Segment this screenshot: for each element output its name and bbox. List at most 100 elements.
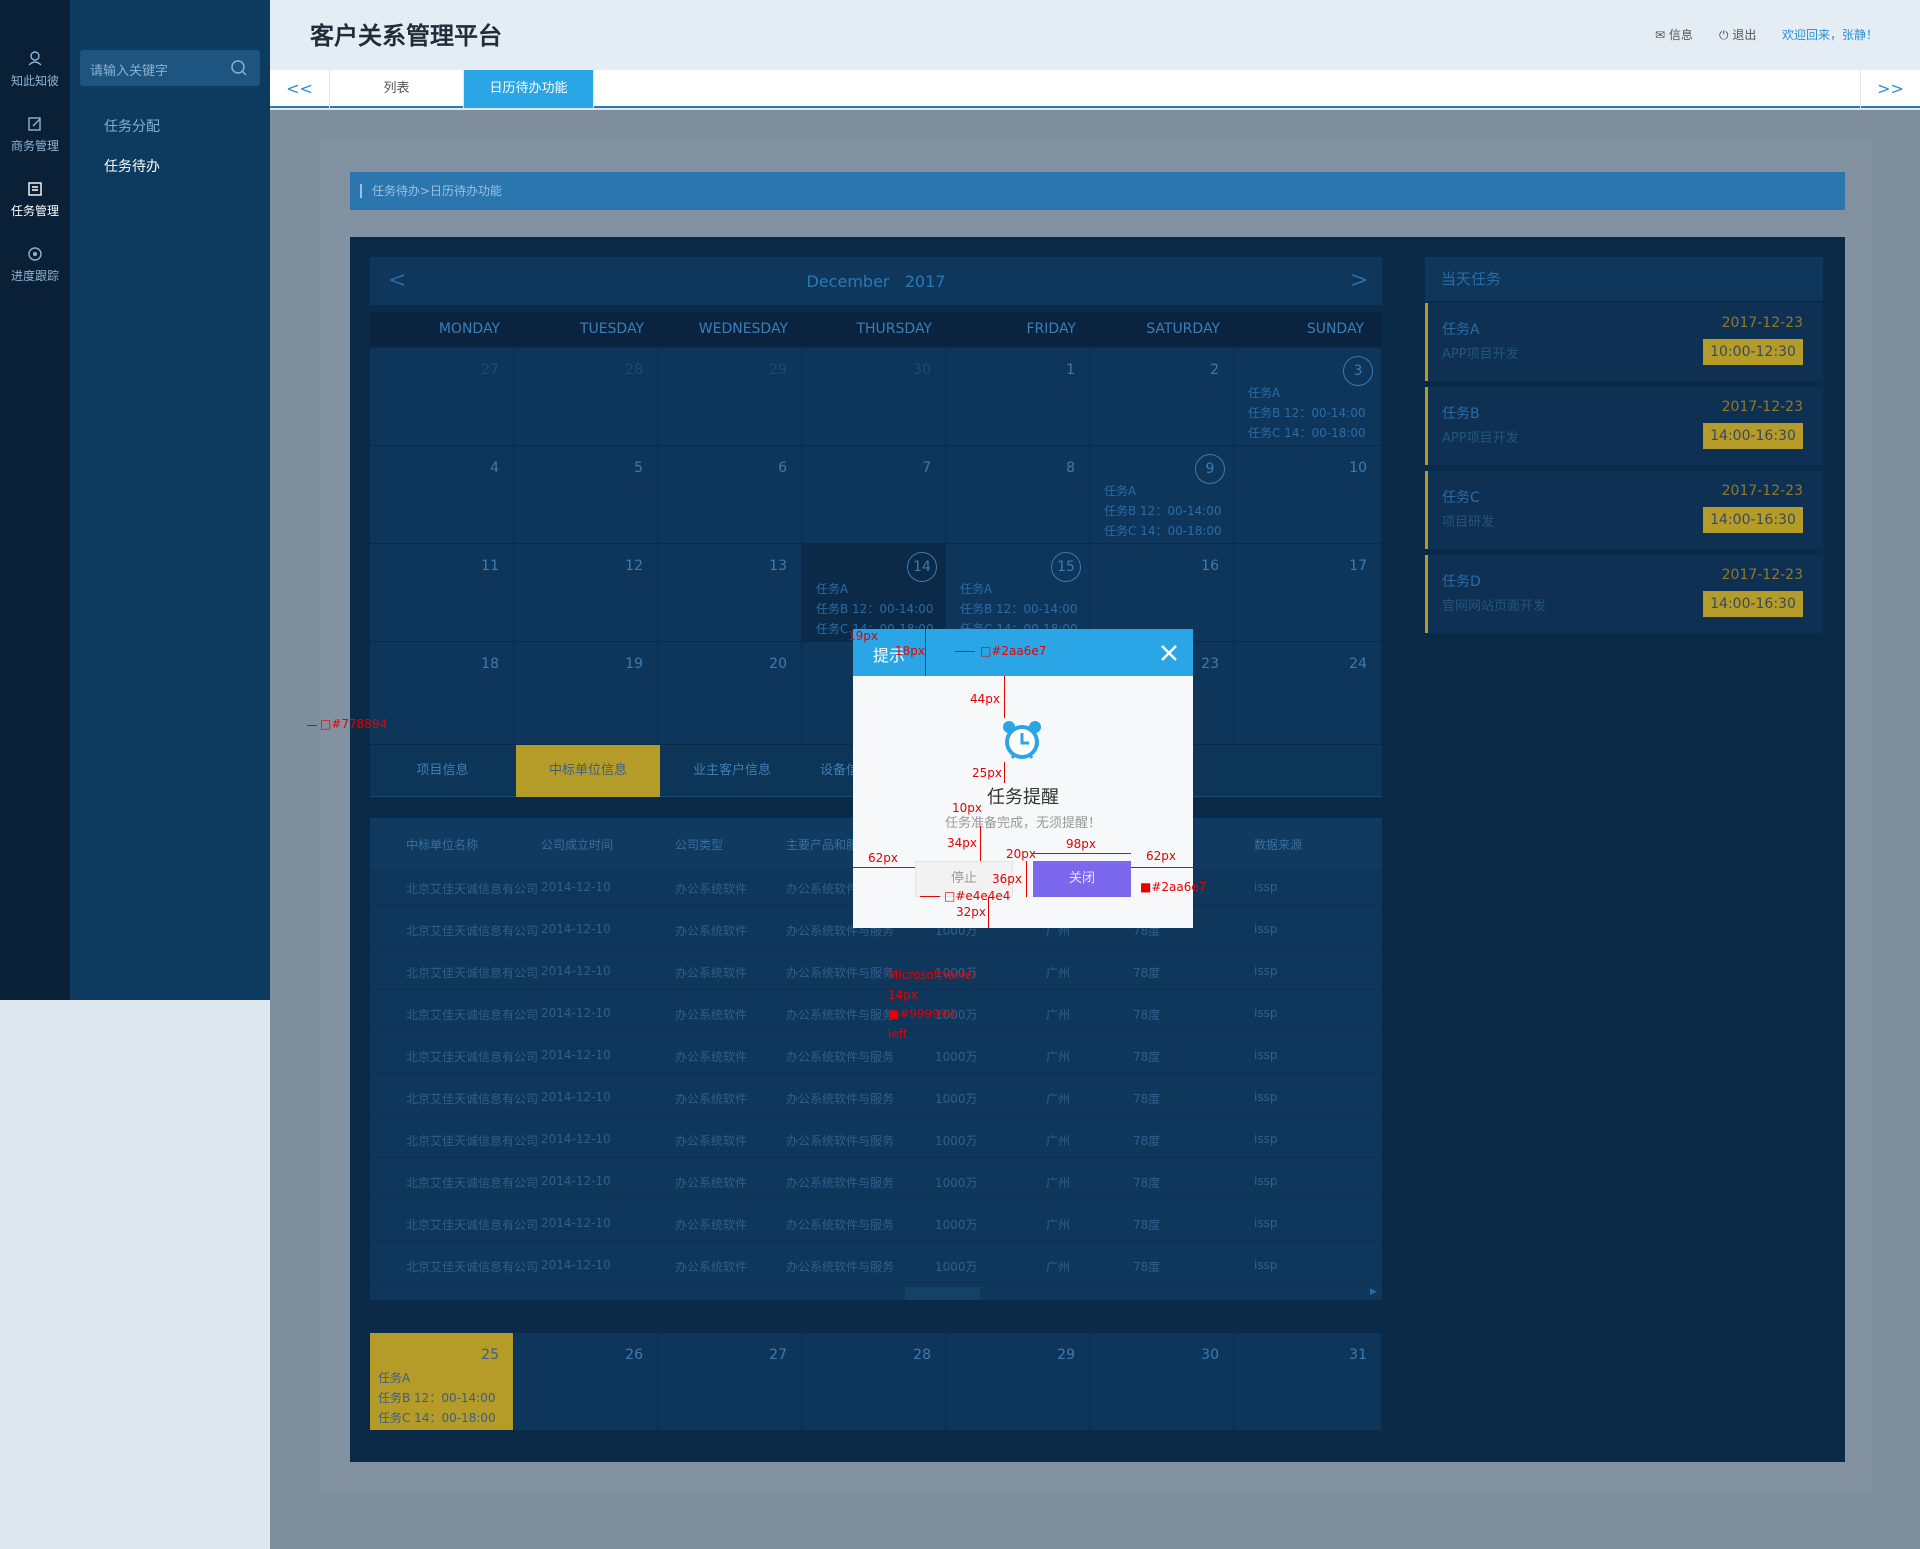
day-number: 16 [1201, 558, 1219, 574]
calendar-day[interactable]: 18 [370, 642, 514, 745]
day-number: 8 [1066, 460, 1075, 476]
calendar-day[interactable]: 12 [514, 544, 658, 642]
task-card[interactable]: 任务B APP项目开发 2017-12-23 14:00-16:30 [1425, 387, 1823, 465]
calendar-day[interactable]: 7 [802, 446, 946, 544]
close-button[interactable]: 关闭 [1033, 861, 1131, 897]
table-row[interactable] [370, 988, 1382, 989]
annotation-line [988, 897, 989, 928]
tab-owner-client[interactable]: 业主客户信息 [662, 745, 802, 797]
calendar-day[interactable]: 29 [658, 348, 802, 446]
table-row[interactable] [370, 1240, 1382, 1241]
calendar-day[interactable]: 30 [802, 348, 946, 446]
table-row[interactable] [370, 1114, 1382, 1115]
event-item[interactable]: 任务A [816, 580, 848, 597]
task-card[interactable]: 任务C 项目研发 2017-12-23 14:00-16:30 [1425, 471, 1823, 549]
calendar-day[interactable]: 20 [658, 642, 802, 745]
calendar-day[interactable]: 8 [946, 446, 1090, 544]
event-item[interactable]: 任务A [1248, 384, 1280, 401]
table-cell: 78度 [1133, 1008, 1161, 1022]
event-item[interactable]: 任务B 12：00-14:00 [1248, 404, 1366, 421]
table-row[interactable] [370, 1282, 1382, 1283]
table-cell: 1000万 [935, 1134, 978, 1148]
calendar-day[interactable]: 26 [514, 1333, 658, 1431]
table-cell: issp [1254, 1258, 1278, 1272]
close-icon[interactable] [1158, 642, 1180, 664]
calendar-day[interactable]: 10 [1234, 446, 1382, 544]
scroll-right-icon[interactable]: ▶ [1370, 1287, 1377, 1297]
message-link[interactable]: ✉ 信息 [1655, 26, 1693, 43]
calendar-day[interactable]: 11 [370, 544, 514, 642]
calendar-day[interactable]: 30 [1090, 1333, 1234, 1431]
tab-next-button[interactable]: >> [1860, 70, 1920, 108]
event-item[interactable]: 任务C 14：00-18:00 [1248, 424, 1366, 441]
calendar-day[interactable]: 4 [370, 446, 514, 544]
calendar-day[interactable]: 14 任务A 任务B 12：00-14:00 任务C 14：00-18:00 [802, 544, 946, 642]
calendar-day[interactable]: 13 [658, 544, 802, 642]
sidebar-item-todo[interactable]: 任务待办 [104, 156, 160, 176]
table-cell: 办公系统软件 [675, 1050, 748, 1064]
event-item[interactable]: 任务A [378, 1369, 410, 1386]
task-desc: 项目研发 [1442, 515, 1495, 530]
calendar-day[interactable]: 5 [514, 446, 658, 544]
tab-winning-bidder[interactable]: 中标单位信息 [516, 745, 660, 797]
calendar-day[interactable]: 2 [1090, 348, 1234, 446]
tab-prev-button[interactable]: << [270, 70, 330, 108]
calendar-day[interactable]: 19 [514, 642, 658, 745]
nav-item-know[interactable]: 知此知彼 [0, 50, 70, 89]
chevron-left-icon[interactable]: < [388, 257, 406, 305]
search-icon[interactable] [230, 59, 248, 77]
sidebar-item-assign[interactable]: 任务分配 [104, 116, 160, 136]
calendar-day[interactable]: 25 任务A 任务B 12：00-14:00 任务C 14：00-18:00 [370, 1333, 514, 1431]
calendar-day[interactable]: 16 [1090, 544, 1234, 642]
edit-icon [28, 117, 41, 131]
task-card[interactable]: 任务A APP项目开发 2017-12-23 10:00-12:30 [1425, 303, 1823, 381]
task-card[interactable]: 任务D 官网网站页面开发 2017-12-23 14:00-16:30 [1425, 555, 1823, 633]
calendar-day[interactable]: 6 [658, 446, 802, 544]
calendar-day[interactable]: 31 [1234, 1333, 1382, 1431]
table-row[interactable] [370, 1030, 1382, 1031]
event-item[interactable]: 任务B 12：00-14:00 [960, 600, 1078, 617]
calendar-day[interactable]: 17 [1234, 544, 1382, 642]
event-item[interactable]: 任务B 12：00-14:00 [816, 600, 934, 617]
tab-calendar[interactable]: 日历待办功能 [464, 70, 594, 108]
event-item[interactable]: 任务A [960, 580, 992, 597]
chevron-right-icon[interactable]: > [1350, 257, 1368, 305]
annotation-label: 19px [848, 629, 878, 643]
calendar-day[interactable]: 1 [946, 348, 1090, 446]
calendar-day[interactable]: 9 任务A 任务B 12：00-14:00 任务C 14：00-18:00 [1090, 446, 1234, 544]
event-item[interactable]: 任务B 12：00-14:00 [378, 1389, 496, 1406]
column-header: 公司成立时间 [541, 838, 614, 852]
day-number: 19 [625, 656, 643, 672]
calendar-day[interactable]: 29 [946, 1333, 1090, 1431]
table-cell: 广州 [1046, 966, 1071, 980]
nav-item-task[interactable]: 任务管理 [0, 180, 70, 219]
table-row[interactable] [370, 946, 1382, 947]
table-row[interactable] [370, 1156, 1382, 1157]
tab-project-info[interactable]: 项目信息 [370, 745, 515, 797]
event-item[interactable]: 任务C 14：00-18:00 [1104, 522, 1222, 539]
calendar-day[interactable]: 27 [658, 1333, 802, 1431]
calendar-day[interactable]: 27 [370, 348, 514, 446]
nav-item-business[interactable]: 商务管理 [0, 115, 70, 154]
logout-link[interactable]: ⏻ 退出 [1719, 26, 1756, 43]
tab-list[interactable]: 列表 [330, 70, 464, 108]
event-item[interactable]: 任务B 12：00-14:00 [1104, 502, 1222, 519]
table-row[interactable] [370, 1198, 1382, 1199]
event-item[interactable]: 任务C 14：00-18:00 [378, 1409, 496, 1426]
calendar-day[interactable]: 28 [514, 348, 658, 446]
horizontal-scrollbar[interactable] [905, 1287, 980, 1300]
annotation-line [307, 725, 317, 726]
table-row[interactable] [370, 1072, 1382, 1073]
calendar-day[interactable]: 15 任务A 任务B 12：00-14:00 任务C 14：00-18:00 [946, 544, 1090, 642]
table-cell: 北京艾佳天诚信息有公司 [406, 966, 539, 980]
calendar-day[interactable]: 28 [802, 1333, 946, 1431]
calendar-day[interactable]: 24 [1234, 642, 1382, 745]
nav-item-progress[interactable]: 进度跟踪 [0, 245, 70, 284]
annotation-label: □#2aa6e7 [980, 644, 1047, 658]
search-input[interactable]: 请输入关键字 [80, 50, 260, 86]
day-number: 11 [481, 558, 499, 574]
annotation-line [1004, 676, 1005, 718]
event-item[interactable]: 任务A [1104, 482, 1136, 499]
calendar-day[interactable]: 3 任务A 任务B 12：00-14:00 任务C 14：00-18:00 [1234, 348, 1382, 446]
day-number: 28 [913, 1347, 931, 1363]
